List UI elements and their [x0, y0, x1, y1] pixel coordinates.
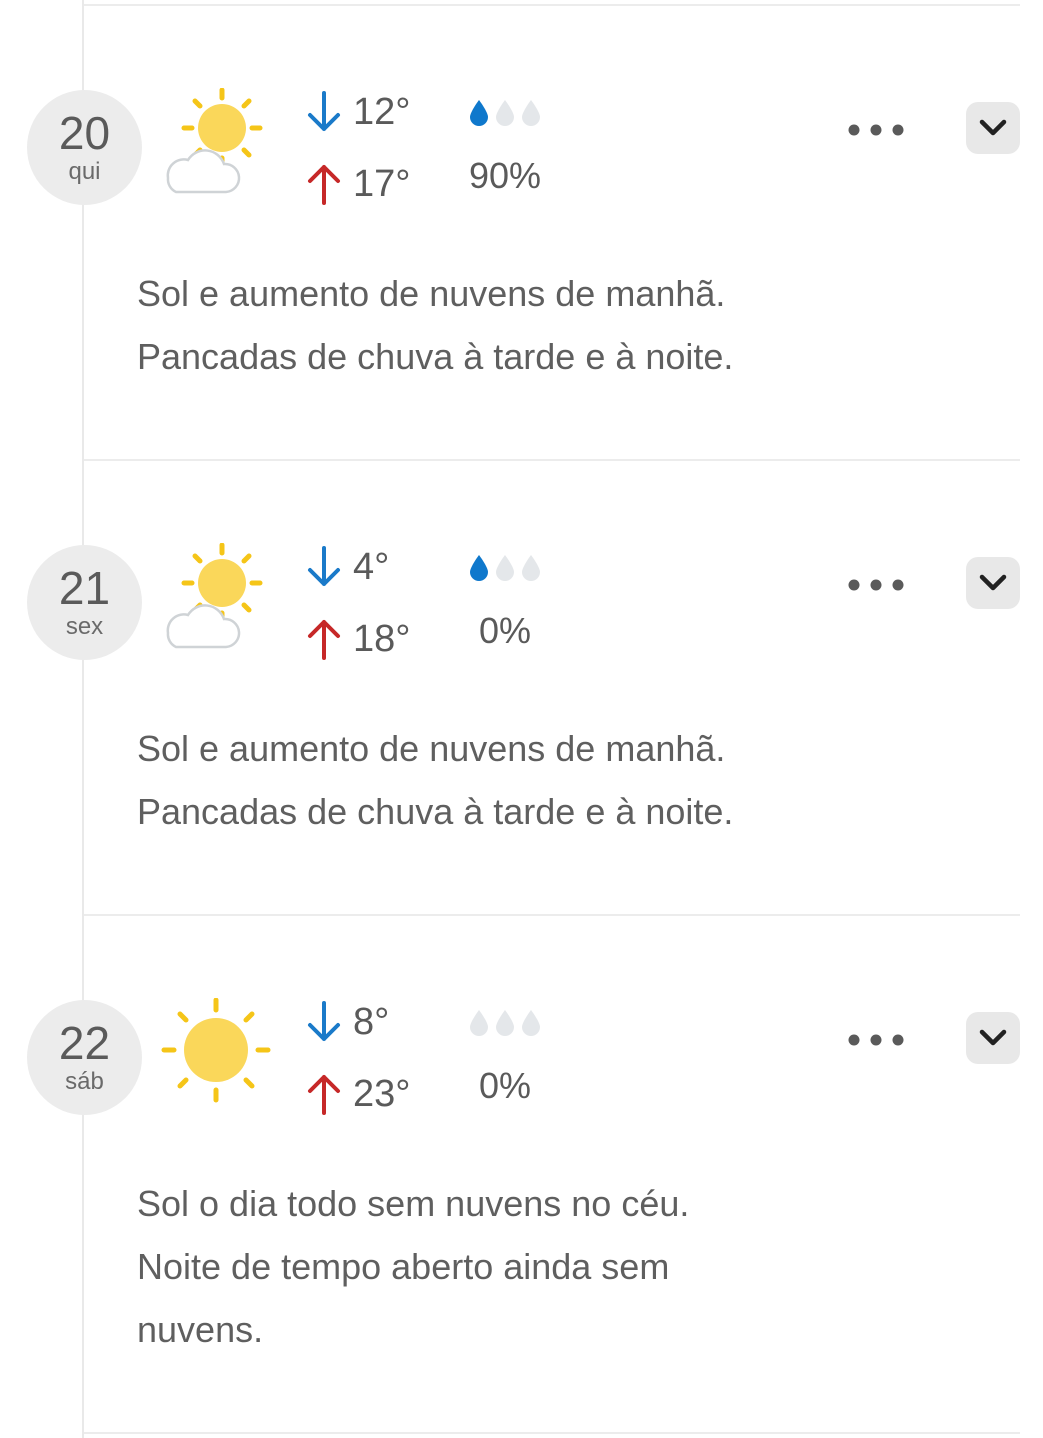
max-temp-row: 17° — [305, 160, 410, 208]
min-temp-row: 4° — [305, 543, 389, 591]
max-temp: 18° — [353, 618, 411, 660]
min-temp-row: 8° — [305, 998, 389, 1046]
raindrop-icon — [522, 555, 540, 581]
forecast-description: Sol e aumento de nuvens de manhã. Pancad… — [137, 262, 827, 388]
description-line: nuvens. — [137, 1309, 264, 1350]
min-temp: 4° — [353, 546, 390, 588]
weekday-label: qui — [68, 158, 101, 185]
description-line: Sol e aumento de nuvens de manhã. — [137, 728, 726, 769]
raindrop-icon — [522, 100, 540, 126]
description-line: Pancadas de chuva à tarde e à noite. — [137, 336, 734, 377]
description-line: Noite de tempo aberto ainda sem — [137, 1246, 670, 1287]
rain-intensity — [468, 1008, 546, 1038]
min-temp-row: 12° — [305, 88, 410, 136]
max-temp: 17° — [353, 163, 411, 205]
weekday-label: sáb — [65, 1068, 104, 1095]
raindrop-icon — [470, 100, 488, 126]
expand-button[interactable] — [966, 1012, 1020, 1064]
raindrop-icon — [470, 1010, 488, 1036]
description-line: Sol e aumento de nuvens de manhã. — [137, 273, 726, 314]
expand-button[interactable] — [966, 557, 1020, 609]
sun-partly-cloudy-icon — [166, 88, 263, 194]
rain-intensity — [468, 553, 546, 583]
min-temp: 8° — [353, 1001, 390, 1043]
forecast-day[interactable]: 21 sex 4° 18° 0% Sol e aumento de nuvens… — [0, 459, 1043, 914]
chevron-down-icon — [979, 119, 1007, 136]
divider — [84, 1432, 1020, 1434]
forecast-description: Sol e aumento de nuvens de manhã. Pancad… — [137, 717, 827, 843]
more-options-icon[interactable] — [840, 1020, 912, 1060]
forecast-day[interactable]: 20 qui 12° 17° 90% Sol e aumento de nuve… — [0, 4, 1043, 459]
raindrop-icon — [496, 555, 514, 581]
day-number: 20 — [58, 107, 111, 159]
weekday-label: sex — [65, 613, 104, 640]
max-temp-row: 23° — [305, 1070, 410, 1118]
forecast-day[interactable]: 22 sáb 8° 23° 0% Sol o dia todo sem nuve… — [0, 914, 1043, 1434]
arrow-up-icon — [308, 165, 340, 205]
arrow-down-icon — [308, 546, 340, 586]
rain-intensity — [468, 98, 546, 128]
max-temp-row: 18° — [305, 615, 410, 663]
day-number: 21 — [58, 562, 111, 614]
more-options-icon[interactable] — [840, 110, 912, 150]
description-line: Pancadas de chuva à tarde e à noite. — [137, 791, 734, 832]
raindrop-icon — [522, 1010, 540, 1036]
precip-probability: 90% — [468, 155, 542, 196]
sun-icon — [161, 998, 271, 1103]
precip-probability: 0% — [478, 610, 532, 651]
date-badge: 21 sex — [27, 545, 142, 660]
arrow-down-icon — [308, 91, 340, 131]
precip-probability: 0% — [478, 1065, 532, 1106]
max-temp: 23° — [353, 1073, 411, 1115]
expand-button[interactable] — [966, 102, 1020, 154]
daily-forecast-list: 20 qui 12° 17° 90% Sol e aumento de nuve… — [0, 0, 1043, 1438]
description-line: Sol o dia todo sem nuvens no céu. — [137, 1183, 690, 1224]
arrow-up-icon — [308, 1075, 340, 1115]
date-badge: 22 sáb — [27, 1000, 142, 1115]
raindrop-icon — [496, 100, 514, 126]
arrow-up-icon — [308, 620, 340, 660]
arrow-down-icon — [308, 1001, 340, 1041]
day-number: 22 — [58, 1017, 111, 1069]
raindrop-icon — [470, 555, 488, 581]
date-badge: 20 qui — [27, 90, 142, 205]
min-temp: 12° — [353, 91, 411, 133]
forecast-description: Sol o dia todo sem nuvens no céu. Noite … — [137, 1172, 827, 1361]
chevron-down-icon — [979, 1029, 1007, 1046]
raindrop-icon — [496, 1010, 514, 1036]
more-options-icon[interactable] — [840, 565, 912, 605]
chevron-down-icon — [979, 574, 1007, 591]
sun-partly-cloudy-icon — [166, 543, 263, 649]
